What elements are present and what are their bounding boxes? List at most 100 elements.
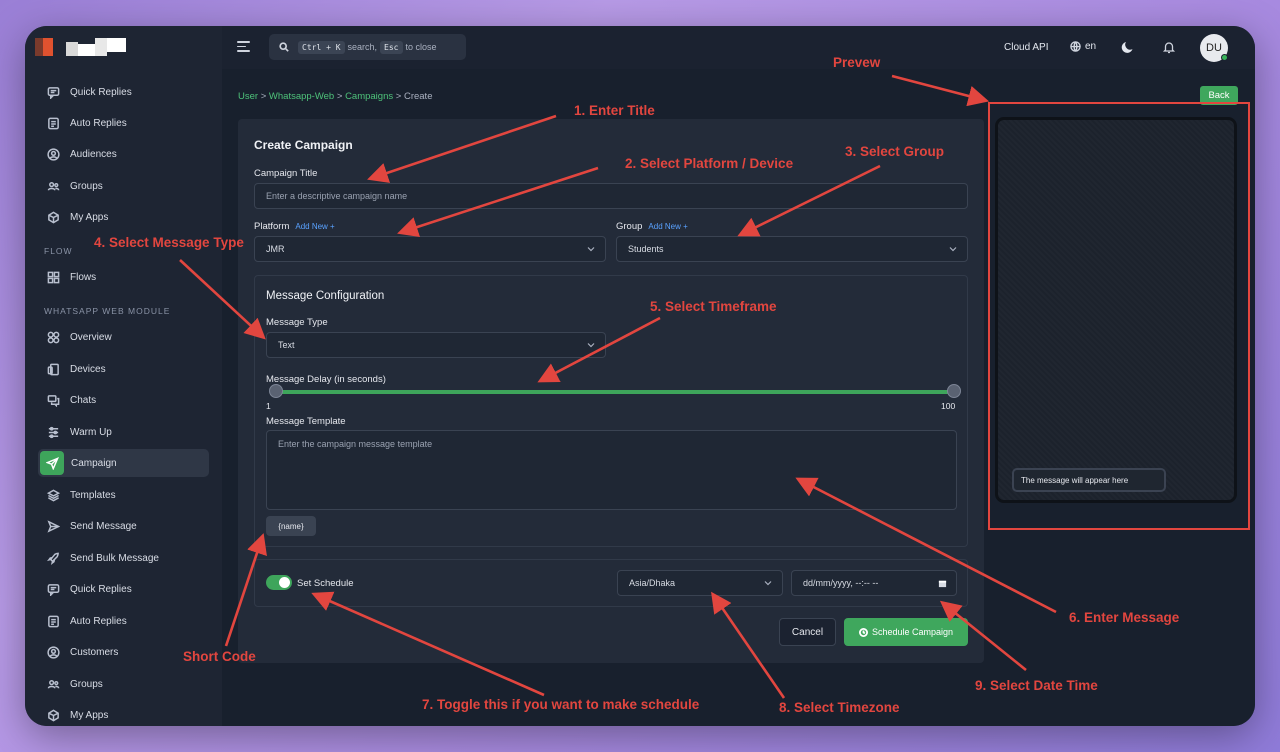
sidebar-item-send-message[interactable]: Send Message	[38, 512, 209, 540]
sidebar-item-my-apps[interactable]: My Apps	[38, 203, 209, 231]
delay-max-value: 100	[941, 401, 956, 411]
sidebar-item-campaign[interactable]: Campaign	[38, 449, 209, 477]
breadcrumb-campaigns[interactable]: Campaigns	[345, 91, 393, 102]
apps-icon	[46, 708, 60, 722]
apps-icon	[46, 210, 60, 224]
annotation-enter-message: 6. Enter Message	[1069, 610, 1180, 625]
breadcrumb-user[interactable]: User	[238, 91, 258, 102]
message-configuration-section: Message Configuration Message Type Text …	[254, 275, 968, 547]
message-delay-min-handle[interactable]	[269, 384, 283, 398]
message-delay-slider-track[interactable]	[271, 390, 949, 394]
moon-icon[interactable]	[1121, 40, 1135, 54]
breadcrumb-separator: >	[260, 91, 267, 102]
message-delay-max-handle[interactable]	[947, 384, 961, 398]
message-type-select[interactable]: Text	[266, 332, 606, 358]
platform-add-new-link[interactable]: Add New +	[295, 222, 334, 231]
sidebar-item-devices[interactable]: Devices	[38, 355, 209, 383]
sidebar-item-audiences[interactable]: Audiences	[38, 140, 209, 168]
auto-reply-icon	[46, 614, 60, 628]
rocket-icon	[46, 551, 60, 565]
cloud-api-link[interactable]: Cloud API	[1004, 42, 1048, 53]
shortcode-name-chip[interactable]: {name}	[266, 516, 316, 536]
annotation-select-timeframe: 5. Select Timeframe	[650, 299, 777, 314]
sidebar-item-warm-up[interactable]: Warm Up	[38, 418, 209, 446]
datetime-input[interactable]: dd/mm/yyyy, --:-- --	[791, 570, 957, 596]
campaign-title-input[interactable]: Enter a descriptive campaign name	[254, 183, 968, 209]
search-input[interactable]: Ctrl + K search, Esc to close	[269, 34, 466, 60]
message-template-placeholder: Enter the campaign message template	[278, 439, 433, 449]
sidebar-item-label: Devices	[70, 363, 106, 375]
send-message-icon	[46, 519, 60, 533]
timezone-value: Asia/Dhaka	[629, 578, 676, 588]
breadcrumb-whatsapp-web[interactable]: Whatsapp-Web	[269, 91, 334, 102]
search-shortcut-key: Ctrl + K	[298, 40, 345, 54]
language-selector[interactable]: en	[1070, 41, 1096, 52]
annotation-preview: Prevew	[833, 55, 881, 70]
bell-icon[interactable]	[1162, 40, 1176, 54]
sidebar-item-flows[interactable]: Flows	[38, 263, 209, 291]
message-preview-phone: The message will appear here	[995, 117, 1237, 503]
auto-reply-icon	[46, 116, 60, 130]
schedule-toggle[interactable]	[266, 575, 292, 590]
schedule-campaign-button[interactable]: Schedule Campaign	[844, 618, 968, 646]
sidebar-item-my-apps-2[interactable]: My Apps	[38, 701, 209, 726]
breadcrumb-separator: >	[395, 91, 402, 102]
layers-icon	[46, 488, 60, 502]
platform-value: JMR	[266, 244, 285, 254]
sidebar-item-groups-2[interactable]: Groups	[38, 670, 209, 698]
group-select[interactable]: Students	[616, 236, 968, 262]
sidebar-item-overview[interactable]: Overview	[38, 323, 209, 351]
breadcrumb-create: Create	[403, 91, 433, 102]
sidebar-item-label: My Apps	[70, 211, 109, 223]
group-add-new-link[interactable]: Add New +	[648, 222, 687, 231]
chevron-down-icon	[764, 581, 772, 586]
schedule-toggle-label: Set Schedule	[297, 578, 354, 589]
sidebar-item-label: Quick Replies	[70, 86, 132, 98]
message-template-textarea[interactable]: Enter the campaign message template	[266, 430, 957, 510]
preview-message-bubble: The message will appear here	[1012, 468, 1166, 492]
group-value: Students	[628, 244, 664, 254]
timezone-select[interactable]: Asia/Dhaka	[617, 570, 783, 596]
sidebar-item-quick-replies[interactable]: Quick Replies	[38, 78, 209, 106]
sidebar-item-label: Auto Replies	[70, 615, 127, 627]
group-icon	[46, 677, 60, 691]
message-type-value: Text	[278, 340, 295, 350]
search-icon	[279, 42, 289, 52]
sidebar-item-label: Campaign	[71, 457, 117, 469]
campaign-title-label: Campaign Title	[254, 168, 318, 179]
topbar: Ctrl + K search, Esc to close Cloud API …	[222, 26, 1255, 69]
sidebar-item-label: Quick Replies	[70, 583, 132, 595]
sidebar-item-label: Flows	[70, 271, 97, 283]
message-type-label: Message Type	[266, 317, 328, 328]
search-hint-text-2: to close	[405, 42, 437, 52]
user-circle-icon	[46, 645, 60, 659]
search-hint-text: search,	[347, 42, 378, 52]
sidebar-item-label: My Apps	[70, 709, 109, 721]
chevron-down-icon	[949, 247, 957, 252]
sidebar-item-groups[interactable]: Groups	[38, 172, 209, 200]
sidebar-item-label: Groups	[70, 180, 103, 192]
group-icon	[46, 179, 60, 193]
avatar[interactable]: DU	[1200, 34, 1228, 62]
sidebar-item-label: Auto Replies	[70, 117, 127, 129]
sidebar-item-chats[interactable]: Chats	[38, 386, 209, 414]
sidebar-item-auto-replies[interactable]: Auto Replies	[38, 109, 209, 137]
group-label-text: Group	[616, 221, 643, 232]
menu-toggle-icon[interactable]	[237, 41, 250, 53]
sidebar-item-send-bulk-message[interactable]: Send Bulk Message	[38, 544, 209, 572]
annotation-toggle-schedule: 7. Toggle this if you want to make sched…	[422, 697, 700, 712]
calendar-icon[interactable]	[938, 579, 947, 588]
schedule-section: Set Schedule Asia/Dhaka dd/mm/yyyy, --:-…	[254, 559, 968, 607]
sidebar-item-label: Overview	[70, 331, 112, 343]
sidebar-item-quick-replies-2[interactable]: Quick Replies	[38, 575, 209, 603]
cancel-button[interactable]: Cancel	[779, 618, 836, 646]
breadcrumb: User > Whatsapp-Web > Campaigns > Create	[238, 91, 432, 102]
sidebar-item-templates[interactable]: Templates	[38, 481, 209, 509]
platform-select[interactable]: JMR	[254, 236, 606, 262]
chevron-down-icon	[587, 343, 595, 348]
chat-reply-icon	[46, 582, 60, 596]
search-escape-key: Esc	[380, 40, 403, 54]
grid-icon	[46, 270, 60, 284]
sidebar-item-auto-replies-2[interactable]: Auto Replies	[38, 607, 209, 635]
message-delay-label: Message Delay (in seconds)	[266, 374, 386, 385]
